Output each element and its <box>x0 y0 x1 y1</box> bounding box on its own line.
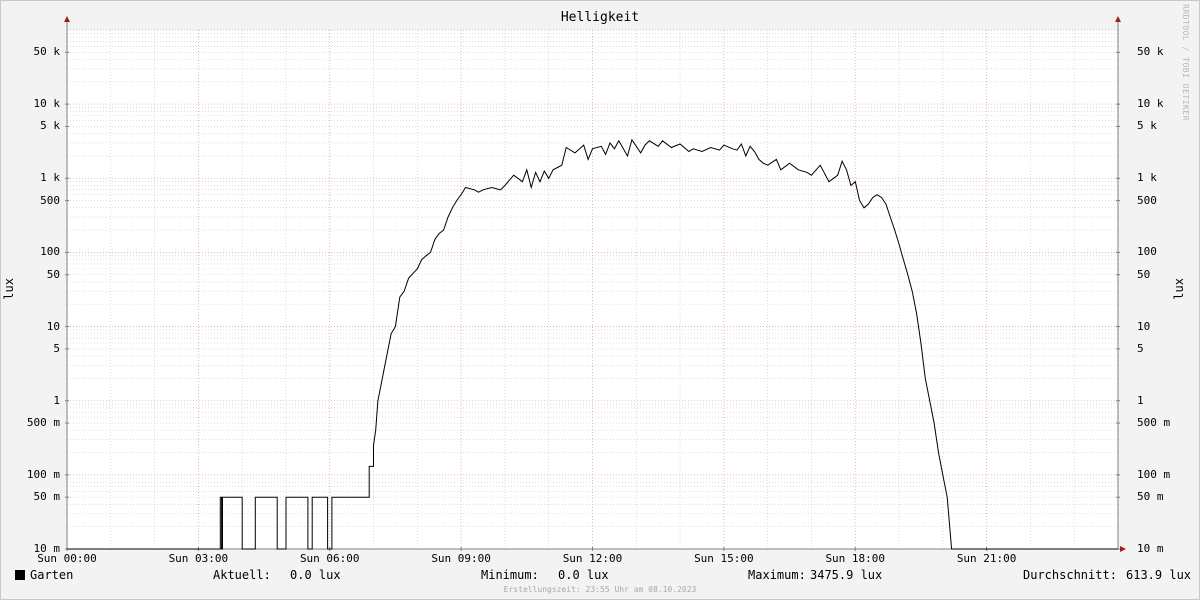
y-tick-label-right: 500 <box>1137 193 1157 207</box>
x-tick-label: Sun 18:00 <box>825 552 886 565</box>
x-tick-label: Sun 15:00 <box>694 552 754 565</box>
y-tick-label-left: 100 m <box>26 467 60 481</box>
y-tick-label-left: 50 k <box>33 45 61 59</box>
y-tick-label-right: 5 <box>1137 341 1144 355</box>
legend-series-name: Garten <box>30 568 74 582</box>
legend-min-value: 0.0 lux <box>558 568 609 582</box>
chart-title: Helligkeit <box>560 10 640 25</box>
y-tick-label-left: 1 k <box>40 171 60 185</box>
y-tick-label-right: 50 <box>1137 267 1151 281</box>
y-tick-label-left: 10 k <box>33 97 61 111</box>
legend-current-label: Aktuell: <box>213 568 271 582</box>
y-tick-label-left: 5 k <box>40 119 60 133</box>
y-tick-label-left: 500 <box>40 193 60 207</box>
legend-current-value: 0.0 lux <box>290 568 341 582</box>
y-tick-label-right: 5 k <box>1137 119 1157 133</box>
x-tick-label: Sun 12:00 <box>562 552 623 565</box>
x-tick-label: Sun 09:00 <box>431 552 491 565</box>
y-tick-label-right: 1 k <box>1137 171 1157 185</box>
x-tick-label: Sun 03:00 <box>168 552 229 565</box>
y-tick-label-left: 100 <box>40 245 60 259</box>
y-tick-label-right: 10 k <box>1137 97 1164 111</box>
y-tick-label-right: 100 m <box>1137 467 1171 481</box>
y-tick-label-left: 1 <box>53 393 60 407</box>
x-tick-label: Sun 06:00 <box>299 552 360 565</box>
y-tick-label-right: 10 m <box>1137 542 1164 555</box>
creation-time-footer: Erstellungszeit: 23:55 Uhr am 08.10.2023 <box>503 585 697 594</box>
legend-min-label: Minimum: <box>481 568 539 582</box>
y-tick-label-left: 500 m <box>26 416 60 430</box>
x-tick-label: Sun 21:00 <box>956 552 1017 565</box>
y-tick-label-left: 50 <box>46 267 60 281</box>
legend-max-value: 3475.9 lux <box>810 568 883 582</box>
y-tick-label-right: 1 <box>1137 393 1144 407</box>
y-tick-label-right: 50 k <box>1137 45 1164 59</box>
y-tick-label-left: 5 <box>53 341 60 355</box>
y-tick-label-right: 100 <box>1137 245 1157 259</box>
y-tick-label-right: 500 m <box>1137 416 1171 430</box>
chart-canvas <box>64 16 1126 552</box>
legend-avg-value: 613.9 lux <box>1126 568 1192 582</box>
x-axis-arrow <box>1120 546 1126 552</box>
y-tick-label-right: 50 m <box>1137 490 1164 504</box>
legend-swatch <box>15 570 25 580</box>
legend-max-label: Maximum: <box>748 568 806 582</box>
y-tick-label-left: 10 <box>46 319 60 333</box>
x-tick-label: Sun 00:00 <box>37 552 97 565</box>
y-tick-label-left: 50 m <box>33 490 61 504</box>
legend-avg-label: Durchschnitt: <box>1023 568 1117 582</box>
y-tick-label-right: 10 <box>1137 319 1151 333</box>
